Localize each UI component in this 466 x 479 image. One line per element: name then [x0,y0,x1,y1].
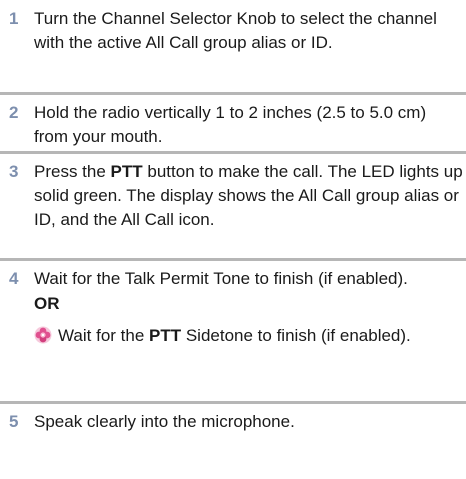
step-text: Speak clearly into the microphone. [34,412,295,431]
step-number: 1 [9,9,19,28]
step-text: Press the PTT button to make the call. T… [34,160,464,232]
step-body: Turn the Channel Selector Knob to select… [34,7,464,55]
step-text: Turn the Channel Selector Knob to select… [34,9,437,52]
step-2: 2 Hold the radio vertically 1 to 2 inche… [0,95,466,154]
step-4: 4 Wait for the Talk Permit Tone to finis… [0,261,466,404]
step-3: 3 Press the PTT button to make the call.… [0,154,466,261]
step-body: Speak clearly into the microphone. [34,410,464,434]
flower-icon [34,326,52,344]
step-number: 2 [9,103,19,122]
step-number: 5 [9,412,19,431]
alternate-step-text: Wait for the PTT Sidetone to finish (if … [34,324,464,348]
ptt-label: PTT [110,162,143,181]
step-text: Hold the radio vertically 1 to 2 inches … [34,103,427,146]
step-body: Press the PTT button to make the call. T… [34,160,464,232]
step-body: Hold the radio vertically 1 to 2 inches … [34,101,464,149]
ptt-label: PTT [149,326,182,345]
procedure-steps: 1 Turn the Channel Selector Knob to sele… [0,0,466,464]
step-body: Wait for the Talk Permit Tone to finish … [34,267,464,348]
step-number: 3 [9,162,19,181]
step-5: 5 Speak clearly into the microphone. [0,404,466,464]
alt-text-post: Sidetone to finish (if enabled). [181,326,411,345]
step-text: Wait for the Talk Permit Tone to finish … [34,269,408,288]
alt-text-pre: Wait for the [58,326,150,345]
step-1: 1 Turn the Channel Selector Knob to sele… [0,2,466,95]
or-label: OR [34,294,60,313]
step-number: 4 [9,269,19,288]
step-text-pre: Press the [34,162,111,181]
